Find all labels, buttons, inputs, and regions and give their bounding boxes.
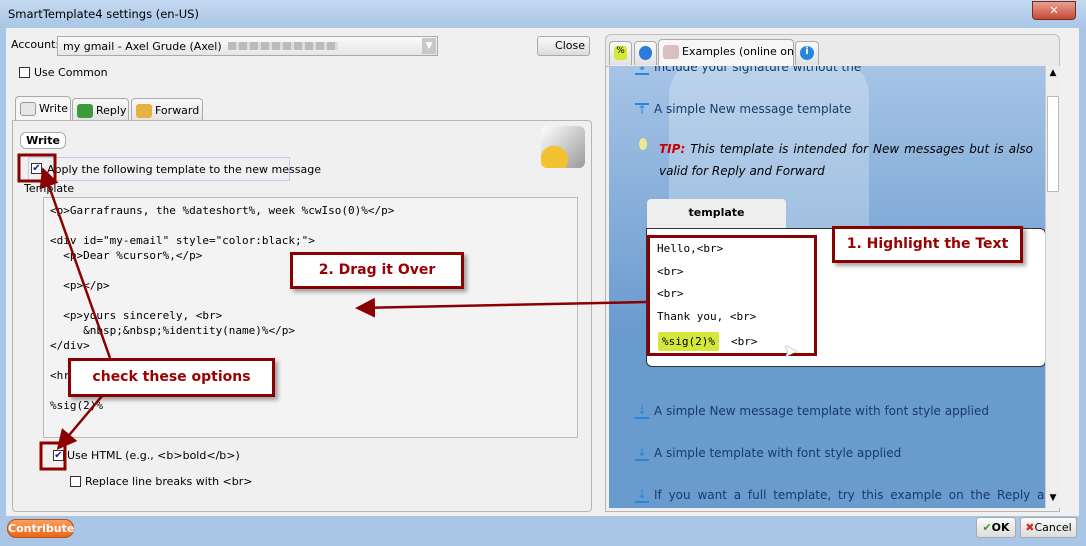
- annotation-arrows: [17, 153, 647, 471]
- apply-checkbox-frame: [17, 153, 57, 183]
- html-checkbox-frame: [39, 441, 67, 471]
- drag-arrow: [355, 297, 647, 318]
- callout-highlight: 1. Highlight the Text: [832, 226, 1023, 263]
- callout-drag: 2. Drag it Over: [290, 252, 464, 289]
- check-arrow-down: [56, 395, 103, 450]
- check-arrow-up: [39, 167, 112, 359]
- callout-check: check these options: [68, 358, 275, 397]
